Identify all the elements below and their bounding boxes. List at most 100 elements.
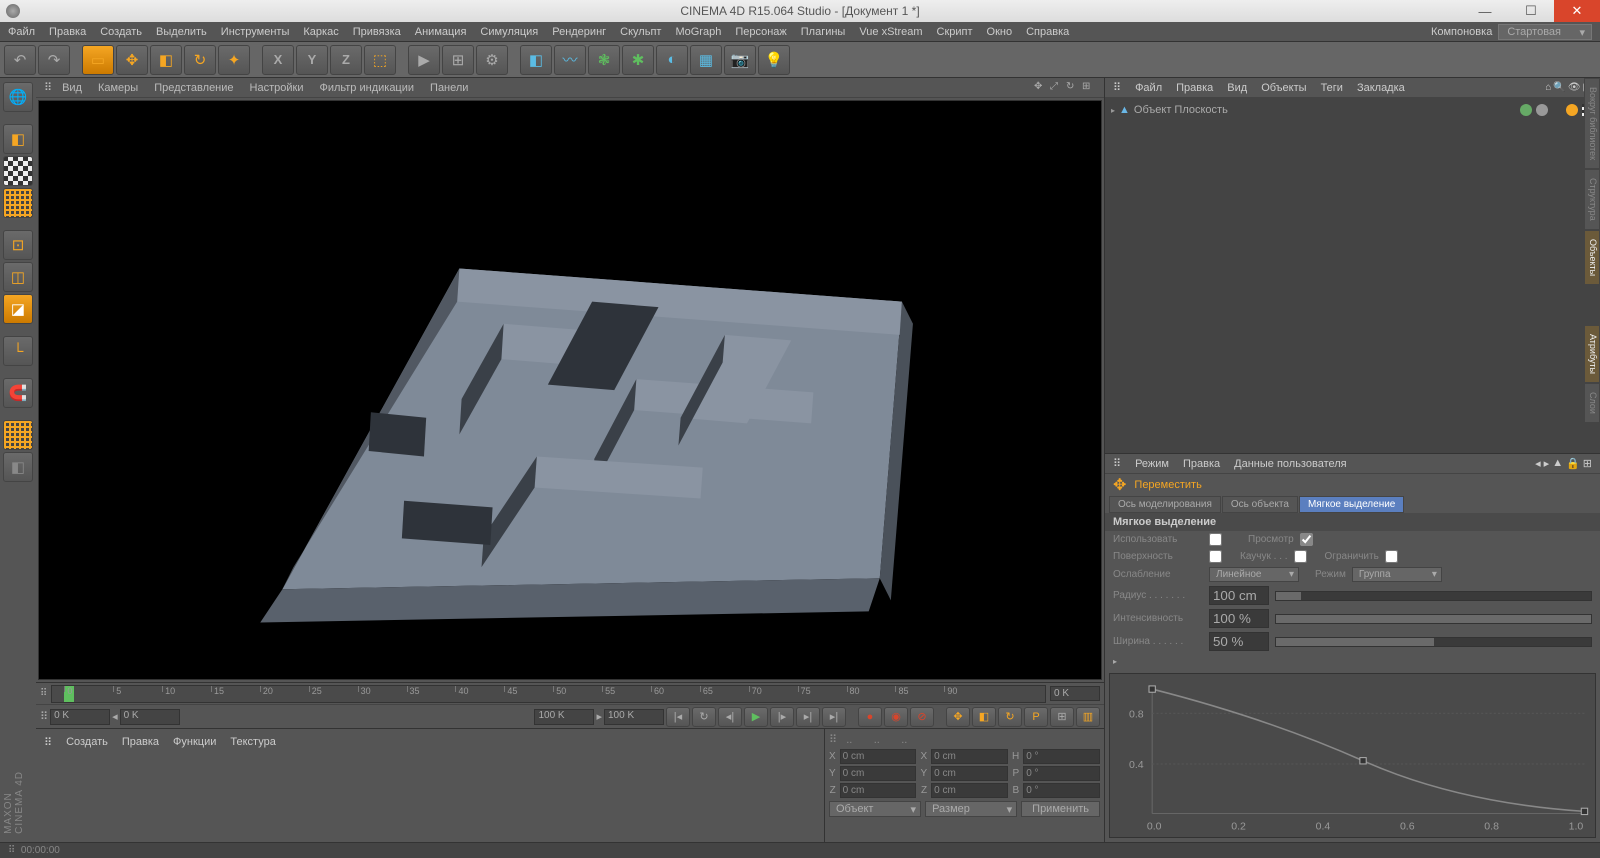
goto-start-button[interactable]: |◂ xyxy=(666,707,690,727)
light-button[interactable]: 💡 xyxy=(758,45,790,75)
edges-mode-button[interactable]: ◫ xyxy=(3,262,33,292)
tab-soft-selection[interactable]: Мягкое выделение xyxy=(1299,496,1404,513)
mat-menu[interactable]: Функции xyxy=(173,736,216,748)
vp-zoom-icon[interactable]: ⤢ xyxy=(1050,81,1064,95)
nurbs-button[interactable]: ❃ xyxy=(588,45,620,75)
pos-key-button[interactable]: ✥ xyxy=(946,707,970,727)
texture-mode-button[interactable] xyxy=(3,156,33,186)
om-menu[interactable]: Правка xyxy=(1176,82,1213,94)
menu-item[interactable]: Файл xyxy=(8,26,35,38)
play-button[interactable]: ▶ xyxy=(744,707,768,727)
object-row[interactable]: ▸ ▲ Объект Плоскость xyxy=(1109,102,1596,118)
width-field[interactable] xyxy=(1209,632,1269,651)
record-button[interactable]: ● xyxy=(858,707,882,727)
rot-b-field[interactable] xyxy=(1023,783,1100,798)
attr-back-icon[interactable]: ◂ xyxy=(1535,457,1541,470)
vp-layout-icon[interactable]: ⊞ xyxy=(1082,81,1096,95)
object-manager-tree[interactable]: ▸ ▲ Объект Плоскость xyxy=(1105,98,1600,454)
workplane-lock-button[interactable] xyxy=(3,420,33,450)
coord-size-dropdown[interactable]: Размер xyxy=(925,801,1017,817)
mat-menu[interactable]: Создать xyxy=(66,736,108,748)
rot-key-button[interactable]: ↻ xyxy=(998,707,1022,727)
prev-key-button[interactable]: ◂| xyxy=(718,707,742,727)
vp-menu[interactable]: Камеры xyxy=(98,82,138,94)
falloff-graph[interactable]: 0.8 0.4 0.0 0.2 0.4 0.6 0.8 1.0 xyxy=(1109,673,1596,838)
menu-item[interactable]: Персонаж xyxy=(735,26,786,38)
attr-menu[interactable]: Данные пользователя xyxy=(1234,458,1346,470)
radius-slider[interactable] xyxy=(1275,591,1592,601)
menu-item[interactable]: Правка xyxy=(49,26,86,38)
size-y-field[interactable] xyxy=(931,766,1008,781)
menu-item[interactable]: Каркас xyxy=(303,26,338,38)
z-axis-toggle[interactable]: Z xyxy=(330,45,362,75)
surface-checkbox[interactable] xyxy=(1209,550,1222,563)
tab-object-axis[interactable]: Ось объекта xyxy=(1222,496,1298,513)
vp-menu[interactable]: Представление xyxy=(154,82,233,94)
floor-button[interactable]: ▦ xyxy=(690,45,722,75)
menu-item[interactable]: Рендеринг xyxy=(552,26,606,38)
range-start-field[interactable]: 0 K xyxy=(50,709,110,725)
workplane-mode-button[interactable] xyxy=(3,188,33,218)
graph-expand-icon[interactable]: ▸ xyxy=(1113,657,1117,666)
expand-icon[interactable]: ▸ xyxy=(1111,106,1115,115)
om-menu[interactable]: Файл xyxy=(1135,82,1162,94)
viewport-solo-button[interactable]: ◧ xyxy=(3,452,33,482)
vp-rotate-icon[interactable]: ↻ xyxy=(1066,81,1080,95)
x-axis-toggle[interactable]: X xyxy=(262,45,294,75)
coord-system-button[interactable]: ⬚ xyxy=(364,45,396,75)
array-button[interactable]: ✱ xyxy=(622,45,654,75)
pos-z-field[interactable] xyxy=(840,783,917,798)
menu-item[interactable]: Плагины xyxy=(801,26,846,38)
vtab-layers[interactable]: Слои xyxy=(1584,383,1600,423)
pos-y-field[interactable] xyxy=(840,766,917,781)
goto-end-button[interactable]: ▸| xyxy=(822,707,846,727)
attr-new-icon[interactable]: ⊞ xyxy=(1583,457,1592,470)
make-editable-button[interactable]: 🌐 xyxy=(3,82,33,112)
next-key-button[interactable]: |▸ xyxy=(770,707,794,727)
vtab-structure[interactable]: Структура xyxy=(1584,169,1600,230)
attr-fwd-icon[interactable]: ▸ xyxy=(1544,457,1550,470)
viewport-3d[interactable] xyxy=(38,100,1102,680)
move-tool-button[interactable]: ✥ xyxy=(116,45,148,75)
vp-menu[interactable]: Вид xyxy=(62,82,82,94)
key-options-button[interactable]: ⊘ xyxy=(910,707,934,727)
menu-item[interactable]: Окно xyxy=(987,26,1013,38)
render-settings-button[interactable]: ⚙ xyxy=(476,45,508,75)
rubber-checkbox[interactable] xyxy=(1294,550,1307,563)
om-home-icon[interactable]: ⌂ xyxy=(1545,82,1551,93)
menu-item[interactable]: Создать xyxy=(100,26,142,38)
rot-p-field[interactable] xyxy=(1023,766,1100,781)
menu-item[interactable]: Инструменты xyxy=(221,26,290,38)
range-end-field[interactable]: 100 K xyxy=(604,709,664,725)
coord-mode-dropdown[interactable]: Объект xyxy=(829,801,921,817)
timeline-end-field[interactable]: 0 K xyxy=(1050,686,1100,701)
autokey-button[interactable]: ◉ xyxy=(884,707,908,727)
menu-item[interactable]: Справка xyxy=(1026,26,1069,38)
deformer-button[interactable]: ◐ xyxy=(656,45,688,75)
mode-dropdown[interactable]: Группа xyxy=(1352,567,1442,582)
cube-primitive-button[interactable]: ◧ xyxy=(520,45,552,75)
polygons-mode-button[interactable]: ◪ xyxy=(3,294,33,324)
vp-menu[interactable]: Фильтр индикации xyxy=(319,82,414,94)
spline-button[interactable]: 〰 xyxy=(554,45,586,75)
om-eye-icon[interactable]: 👁 xyxy=(1568,82,1581,93)
current-frame-field[interactable]: 0 K xyxy=(120,709,180,725)
mat-menu[interactable]: Правка xyxy=(122,736,159,748)
range-end-inner-field[interactable]: 100 K xyxy=(534,709,594,725)
menu-item[interactable]: Анимация xyxy=(415,26,467,38)
undo-button[interactable]: ↶ xyxy=(4,45,36,75)
snap-button[interactable]: 🧲 xyxy=(3,378,33,408)
size-x-field[interactable] xyxy=(931,749,1008,764)
rotate-tool-button[interactable]: ↻ xyxy=(184,45,216,75)
menu-item[interactable]: Скульпт xyxy=(620,26,661,38)
menu-item[interactable]: Vue xStream xyxy=(859,26,922,38)
tab-modeling-axis[interactable]: Ось моделирования xyxy=(1109,496,1221,513)
next-frame-button[interactable]: ▸| xyxy=(796,707,820,727)
last-tool-button[interactable]: ✦ xyxy=(218,45,250,75)
om-menu[interactable]: Теги xyxy=(1321,82,1343,94)
attr-up-icon[interactable]: ▲ xyxy=(1552,457,1563,470)
vp-menu[interactable]: Настройки xyxy=(250,82,304,94)
close-button[interactable]: ✕ xyxy=(1554,0,1600,22)
attr-lock-icon[interactable]: 🔒 xyxy=(1566,457,1580,470)
vp-pan-icon[interactable]: ✥ xyxy=(1034,81,1048,95)
